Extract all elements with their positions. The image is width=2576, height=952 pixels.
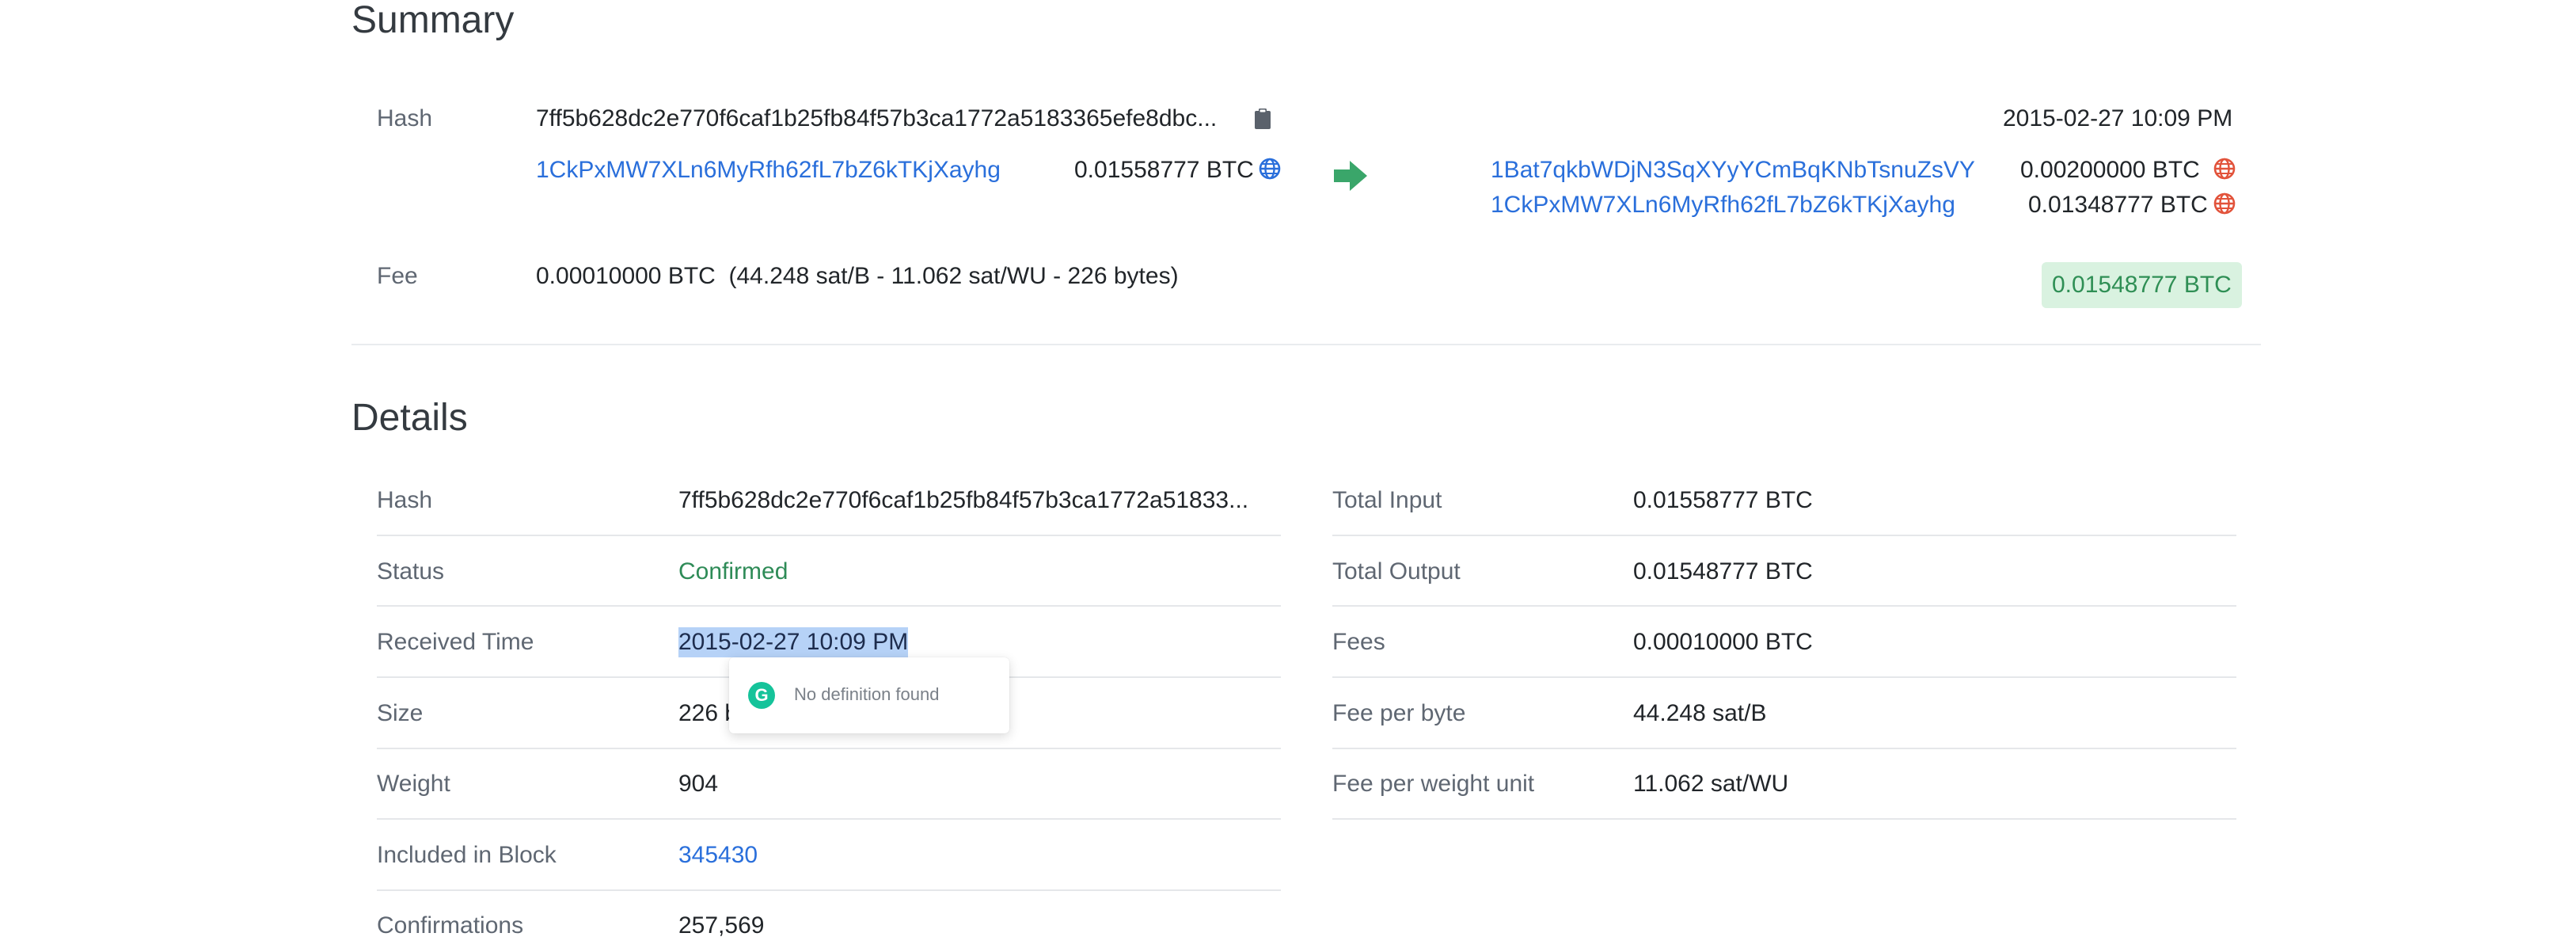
row-divider: [377, 818, 1281, 820]
detail-label-total-input: Total Input: [1332, 487, 1442, 513]
status-confirmed: Confirmed: [678, 558, 788, 585]
row-divider: [377, 605, 1281, 607]
detail-label-fees: Fees: [1332, 629, 1385, 655]
input-address-link[interactable]: 1CkPxMW7XLn6MyRfh62fL7bZ6kTKjXayhg: [536, 157, 1001, 184]
output-address-link-1[interactable]: 1Bat7qkbWDjN3SqXYyYCmBqKNbTsnuZsVY: [1491, 157, 1975, 184]
row-divider: [377, 889, 1281, 891]
fee-label: Fee: [377, 263, 418, 289]
detail-value-fees: 0.00010000 BTC: [1633, 629, 1813, 655]
row-divider: [377, 535, 1281, 536]
detail-value-total-output: 0.01548777 BTC: [1633, 558, 1813, 585]
detail-value-fee-per-byte: 44.248 sat/B: [1633, 700, 1767, 726]
detail-label-status: Status: [377, 558, 445, 585]
row-divider: [1332, 818, 2236, 820]
row-divider: [1332, 605, 2236, 607]
summary-time: 2015-02-27 10:09 PM: [2003, 105, 2233, 131]
output-amount-2: 0.01348777 BTC: [2028, 192, 2208, 218]
detail-label-size: Size: [377, 700, 424, 726]
arrow-right-icon: [1334, 161, 1367, 191]
detail-value-total-input: 0.01558777 BTC: [1633, 487, 1813, 513]
detail-value-received-time[interactable]: 2015-02-27 10:09 PM: [678, 627, 909, 657]
row-divider: [1332, 748, 2236, 749]
popup-text: No definition found: [794, 684, 940, 704]
definition-popup[interactable]: G No definition found: [729, 657, 1009, 733]
row-divider: [377, 748, 1281, 749]
globe-icon[interactable]: [1259, 158, 1281, 180]
block-link[interactable]: 345430: [678, 842, 758, 869]
row-divider: [1332, 535, 2236, 536]
output-address-link-2[interactable]: 1CkPxMW7XLn6MyRfh62fL7bZ6kTKjXayhg: [1491, 192, 1955, 219]
input-amount: 0.01558777 BTC: [1074, 157, 1254, 183]
row-divider: [1332, 676, 2236, 678]
detail-label-hash: Hash: [377, 487, 433, 513]
detail-value-confirmations: 257,569: [678, 912, 765, 939]
summary-heading: Summary: [351, 0, 515, 41]
detail-label-received-time: Received Time: [377, 629, 534, 655]
detail-label-block: Included in Block: [377, 842, 557, 868]
detail-label-confirmations: Confirmations: [377, 912, 524, 939]
detail-label-weight: Weight: [377, 771, 450, 797]
clipboard-icon[interactable]: [1254, 108, 1271, 130]
globe-icon[interactable]: [2213, 158, 2236, 180]
summary-hash-value[interactable]: 7ff5b628dc2e770f6caf1b25fb84f57b3ca1772a…: [536, 105, 1217, 132]
detail-value-hash[interactable]: 7ff5b628dc2e770f6caf1b25fb84f57b3ca1772a…: [678, 487, 1248, 514]
total-output-badge: 0.01548777 BTC: [2042, 262, 2242, 308]
details-heading: Details: [351, 397, 468, 439]
summary-hash-label: Hash: [377, 105, 433, 131]
detail-label-fee-per-wu: Fee per weight unit: [1332, 771, 1535, 797]
output-amount-1: 0.00200000 BTC: [2020, 157, 2200, 183]
detail-label-fee-per-byte: Fee per byte: [1332, 700, 1466, 726]
grammarly-icon: G: [748, 682, 775, 709]
detail-value-weight: 904: [678, 771, 719, 797]
fee-value: 0.00010000 BTC (44.248 sat/B - 11.062 sa…: [536, 263, 1179, 289]
detail-label-total-output: Total Output: [1332, 558, 1461, 585]
section-divider: [351, 344, 2261, 345]
globe-icon[interactable]: [2213, 192, 2236, 215]
detail-value-fee-per-wu: 11.062 sat/WU: [1633, 771, 1789, 797]
